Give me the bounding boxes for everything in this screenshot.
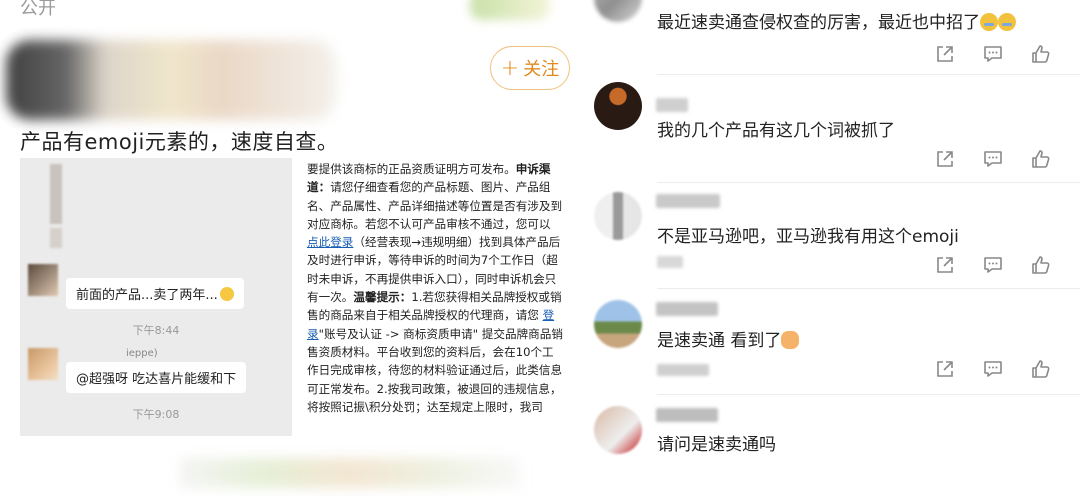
blurred-image-fragment [470, 0, 550, 20]
like-icon[interactable] [1030, 254, 1052, 276]
chat-screenshot: 前面的产品...卖了两年... 下午8:44 ieppe) @超强呀 吃达喜片能… [20, 158, 292, 436]
plus-icon: + [500, 55, 520, 81]
avatar [28, 348, 58, 380]
avatar [28, 264, 58, 296]
blurred-user-header [6, 40, 336, 120]
comment-icon[interactable] [982, 254, 1004, 276]
like-icon[interactable] [1030, 358, 1052, 380]
comment-actions [934, 254, 1052, 276]
comment-icon[interactable] [982, 148, 1004, 170]
crying-emoji-icon [980, 13, 998, 31]
blurred-username [656, 408, 718, 422]
blurred-block [50, 228, 62, 248]
comments-panel: 最近速卖通查侵权查的厉害，最近也中招了 我的几个产品有这几个词被抓了 不是亚马逊… [580, 0, 1080, 496]
comment-actions [934, 358, 1052, 380]
follow-button[interactable]: + 关注 [490, 46, 570, 90]
chat-bubble: 前面的产品...卖了两年... [66, 278, 244, 309]
divider [657, 288, 1080, 289]
comment-text: 我的几个产品有这几个词被抓了 [657, 121, 895, 141]
comment-text: 请问是速卖通吗 [657, 435, 776, 455]
share-icon[interactable] [934, 43, 956, 65]
share-icon[interactable] [934, 148, 956, 170]
like-icon[interactable] [1030, 43, 1052, 65]
like-icon[interactable] [1030, 148, 1052, 170]
blurred-username [656, 98, 688, 112]
policy-text: 要提供该商标的正品资质证明方可发布。申诉渠道：请您仔细查看您的产品标题、图片、产… [307, 160, 565, 416]
chat-sender-name: ieppe) [126, 348, 158, 359]
chat-timestamp: 下午9:08 [132, 408, 180, 421]
clap-emoji-icon [781, 331, 800, 349]
crying-emoji-icon [998, 13, 1016, 31]
chat-sender-name [66, 264, 244, 278]
post-visibility: 公开 [20, 0, 56, 19]
comment-actions [934, 148, 1052, 170]
comment-actions [934, 43, 1052, 65]
avatar[interactable] [594, 406, 642, 454]
blurred-image-fragment [180, 458, 520, 488]
post-panel: 公开 + 关注 产品有emoji元素的，速度自查。 前面的产品...卖了两年..… [0, 0, 580, 496]
policy-paragraph: 请您仔细查看您的产品标题、图片、产品组名、产品属性、产品详细描述等位置是否有涉及… [307, 180, 563, 231]
avatar[interactable] [594, 82, 642, 130]
comment-text: 最近速卖通查侵权查的厉害，最近也中招了 [657, 8, 1016, 33]
avatar[interactable] [594, 0, 642, 22]
post-text: 产品有emoji元素的，速度自查。 [20, 130, 339, 154]
comment-text: 是速卖通 看到了 [657, 326, 800, 351]
blurred-username [656, 302, 718, 316]
comment-icon[interactable] [982, 43, 1004, 65]
policy-paragraph: 要提供该商标的正品资质证明方可发布。 [307, 162, 516, 176]
chat-message: ieppe) @超强呀 吃达喜片能缓和下 [28, 348, 247, 393]
blurred-block [50, 164, 62, 224]
chat-timestamp: 下午8:44 [132, 324, 180, 337]
divider [657, 394, 1080, 395]
divider [657, 74, 1080, 75]
follow-label: 关注 [523, 59, 560, 80]
tip-heading: 温馨提示： [353, 290, 412, 305]
chat-message: 前面的产品...卖了两年... [28, 264, 244, 309]
policy-paragraph: "账号及认证 -> 商标资质申请" 提交品牌商品销售资质材料。平台收到您的资料后… [307, 326, 563, 414]
avatar[interactable] [594, 192, 642, 240]
login-link[interactable]: 点此登录 [307, 235, 353, 249]
share-icon[interactable] [934, 358, 956, 380]
comment-text: 不是亚马逊吧，亚马逊我有用这个emoji [657, 227, 959, 247]
divider [657, 182, 1080, 183]
blurred-username [656, 194, 720, 208]
blurred-meta [657, 364, 709, 376]
comment-icon[interactable] [982, 358, 1004, 380]
blurred-meta [657, 256, 683, 268]
avatar[interactable] [594, 300, 642, 348]
share-icon[interactable] [934, 254, 956, 276]
chat-bubble: @超强呀 吃达喜片能缓和下 [66, 362, 247, 393]
emoji-icon [219, 287, 234, 301]
